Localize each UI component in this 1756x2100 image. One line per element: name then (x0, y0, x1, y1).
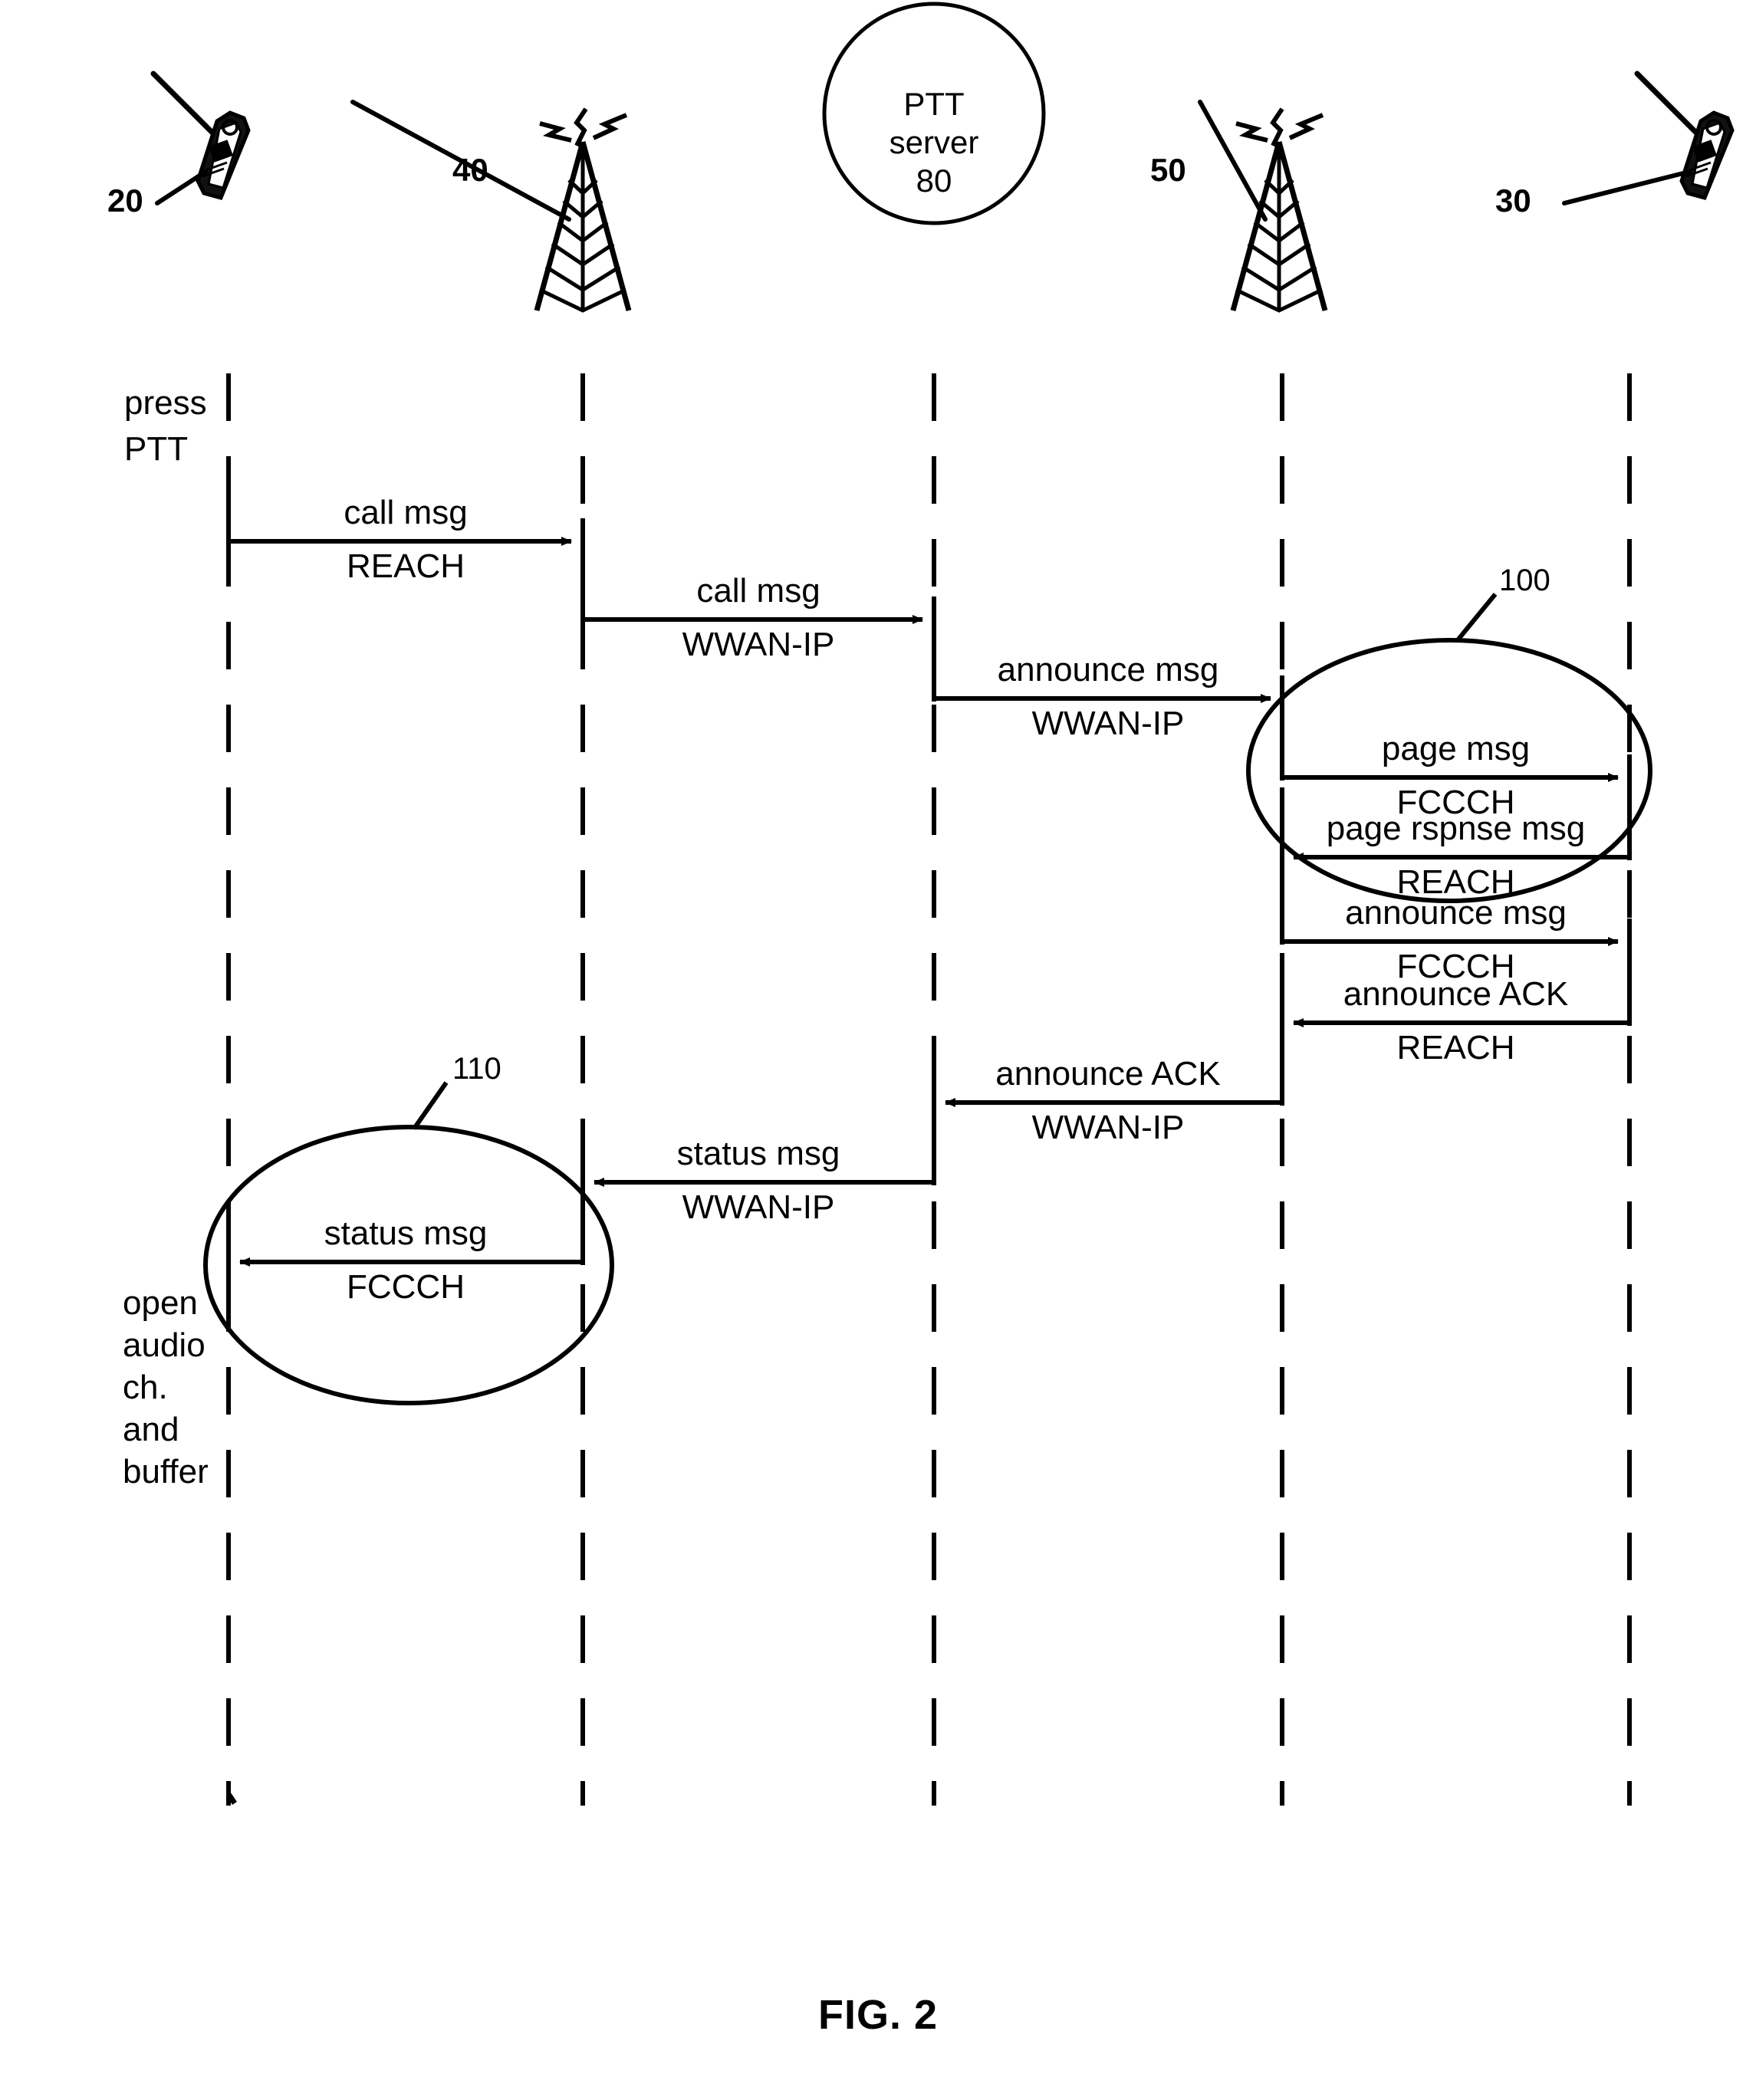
annotation-open-audio-line1: open (123, 1284, 198, 1322)
msg-label-below-announce-ack-reach: REACH (1396, 1029, 1515, 1066)
msg-label-below-status-wwanip: WWAN-IP (682, 1188, 835, 1226)
msg-label-above-page-fccch: page msg (1381, 730, 1531, 767)
annotation-open-audio-line4: and (123, 1411, 179, 1448)
actor-ref-40: 40 (452, 152, 488, 188)
msg-label-above-call-wwanip: call msg (696, 572, 820, 610)
ptt-server-title-line1: PTT (903, 86, 965, 122)
ptt-server-ref-80: 80 (916, 163, 952, 199)
actor-ref-20: 20 (107, 182, 143, 219)
callout-leader-100 (1455, 593, 1498, 642)
msg-label-below-status-fccch: FCCCH (347, 1268, 465, 1306)
msg-label-above-page-rspnse: page rspnse msg (1326, 810, 1586, 847)
group-ellipse-110 (203, 1125, 614, 1405)
annotation-open-audio-line3: ch. (123, 1369, 168, 1406)
callout-ref-110: 110 (452, 1052, 501, 1086)
msg-label-above-announce-fccch: announce msg (1345, 894, 1567, 932)
msg-label-above-status-fccch: status msg (324, 1214, 488, 1252)
callout-ref-100: 100 (1499, 564, 1550, 597)
cell-tower-icon-40 (350, 100, 632, 313)
msg-label-below-announce-wwanip: WWAN-IP (1031, 705, 1185, 742)
figure-caption: FIG. 2 (817, 1992, 939, 2038)
msg-label-above-call-reach: call msg (344, 494, 468, 531)
msg-label-above-announce-ack-wwanip: announce ACK (995, 1055, 1221, 1093)
actor-ref-30: 30 (1495, 182, 1531, 219)
mobile-phone-icon-30 (1562, 71, 1735, 205)
group-ellipse-100 (1246, 638, 1652, 903)
callout-leader-110 (412, 1081, 449, 1130)
actor-ref-50: 50 (1150, 152, 1186, 188)
mobile-phone-icon-20 (150, 71, 251, 205)
msg-label-below-announce-ack-wwanip: WWAN-IP (1031, 1109, 1185, 1146)
msg-label-below-call-reach: REACH (346, 547, 465, 585)
annotation-open-audio-line2: audio (123, 1326, 206, 1364)
ptt-server-title-line2: server (889, 124, 979, 160)
annotation-open-audio-line5: buffer (123, 1453, 209, 1490)
msg-label-below-call-wwanip: WWAN-IP (682, 626, 835, 663)
annotation-press-ptt-line2: PTT (124, 430, 189, 468)
msg-label-above-announce-wwanip: announce msg (997, 651, 1219, 688)
msg-label-above-announce-ack-reach: announce ACK (1343, 975, 1569, 1013)
annotation-press-ptt-line1: press (124, 384, 207, 422)
msg-label-above-status-wwanip: status msg (676, 1135, 840, 1172)
cell-tower-icon-50 (1198, 100, 1328, 313)
